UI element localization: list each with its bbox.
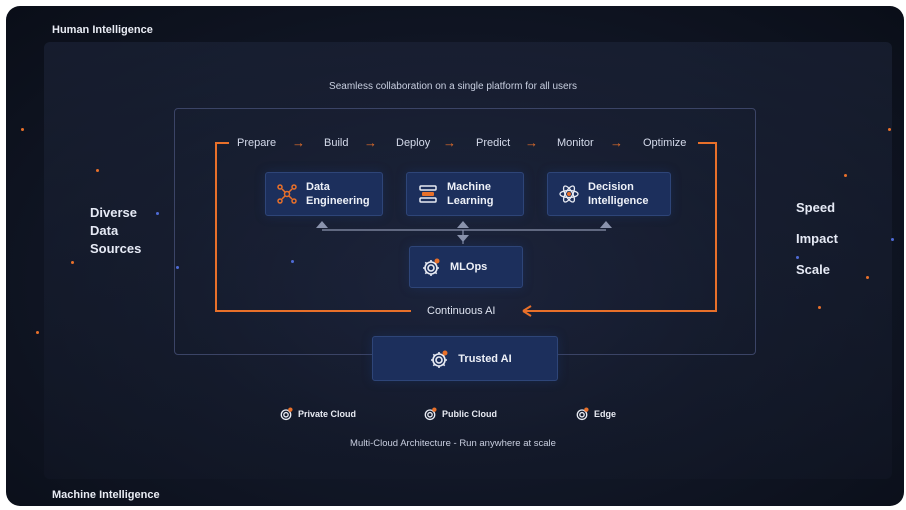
trusted-ai-box: Trusted AI — [372, 336, 558, 381]
box-label-line: Intelligence — [588, 195, 649, 207]
step-optimize: Optimize — [643, 137, 687, 149]
gear-icon — [418, 254, 444, 280]
box-label-line: Decision — [588, 181, 634, 193]
arrow-right-icon: → — [364, 135, 377, 150]
decision-intelligence-label: Decision Intelligence — [588, 180, 649, 208]
decision-intelligence-box: Decision Intelligence — [547, 172, 671, 216]
data-engineering-box: Data Engineering — [265, 172, 383, 216]
triangle-up-icon — [457, 221, 469, 228]
trusted-ai-label: Trusted AI — [458, 352, 512, 365]
step-predict: Predict — [476, 137, 511, 149]
continuous-ai-label: Continuous AI — [427, 305, 496, 317]
step-build: Build — [324, 137, 349, 149]
box-label-line: Data — [306, 181, 330, 193]
server-stack-icon — [415, 181, 441, 207]
private-cloud-item: Private Cloud — [278, 406, 356, 422]
gear-icon — [424, 407, 437, 421]
gear-icon — [280, 407, 293, 421]
public-cloud-label: Public Cloud — [442, 409, 497, 419]
arrow-right-icon: → — [443, 135, 456, 150]
arrow-right-icon: → — [610, 135, 623, 150]
gear-icon — [576, 407, 589, 421]
arrow-right-icon: → — [525, 135, 538, 150]
diagram-canvas: Human Intelligence Machine Intelligence … — [6, 6, 904, 506]
triangle-down-icon — [457, 235, 469, 242]
step-monitor: Monitor — [557, 137, 594, 149]
triangle-up-icon — [316, 221, 328, 228]
box-label-line: Engineering — [306, 195, 370, 207]
machine-learning-label: Machine Learning — [447, 180, 493, 208]
arrow-right-icon: → — [292, 135, 305, 150]
multi-cloud-caption: Multi-Cloud Architecture - Run anywhere … — [350, 438, 556, 449]
private-cloud-label: Private Cloud — [298, 409, 357, 419]
mlops-box: MLOps — [409, 246, 523, 288]
edge-label: Edge — [594, 409, 617, 419]
mlops-label: MLOps — [450, 261, 488, 273]
atom-icon — [556, 181, 582, 207]
machine-learning-box: Machine Learning — [406, 172, 524, 216]
triangle-up-icon — [600, 221, 612, 228]
box-label-line: Learning — [447, 195, 494, 207]
network-nodes-icon — [274, 181, 300, 207]
box-label-line: Machine — [447, 181, 492, 193]
data-engineering-label: Data Engineering — [306, 180, 370, 208]
public-cloud-item: Public Cloud — [422, 406, 497, 422]
gear-icon — [426, 346, 452, 372]
step-prepare: Prepare — [237, 137, 277, 149]
edge-item: Edge — [574, 406, 616, 422]
step-deploy: Deploy — [396, 137, 431, 149]
